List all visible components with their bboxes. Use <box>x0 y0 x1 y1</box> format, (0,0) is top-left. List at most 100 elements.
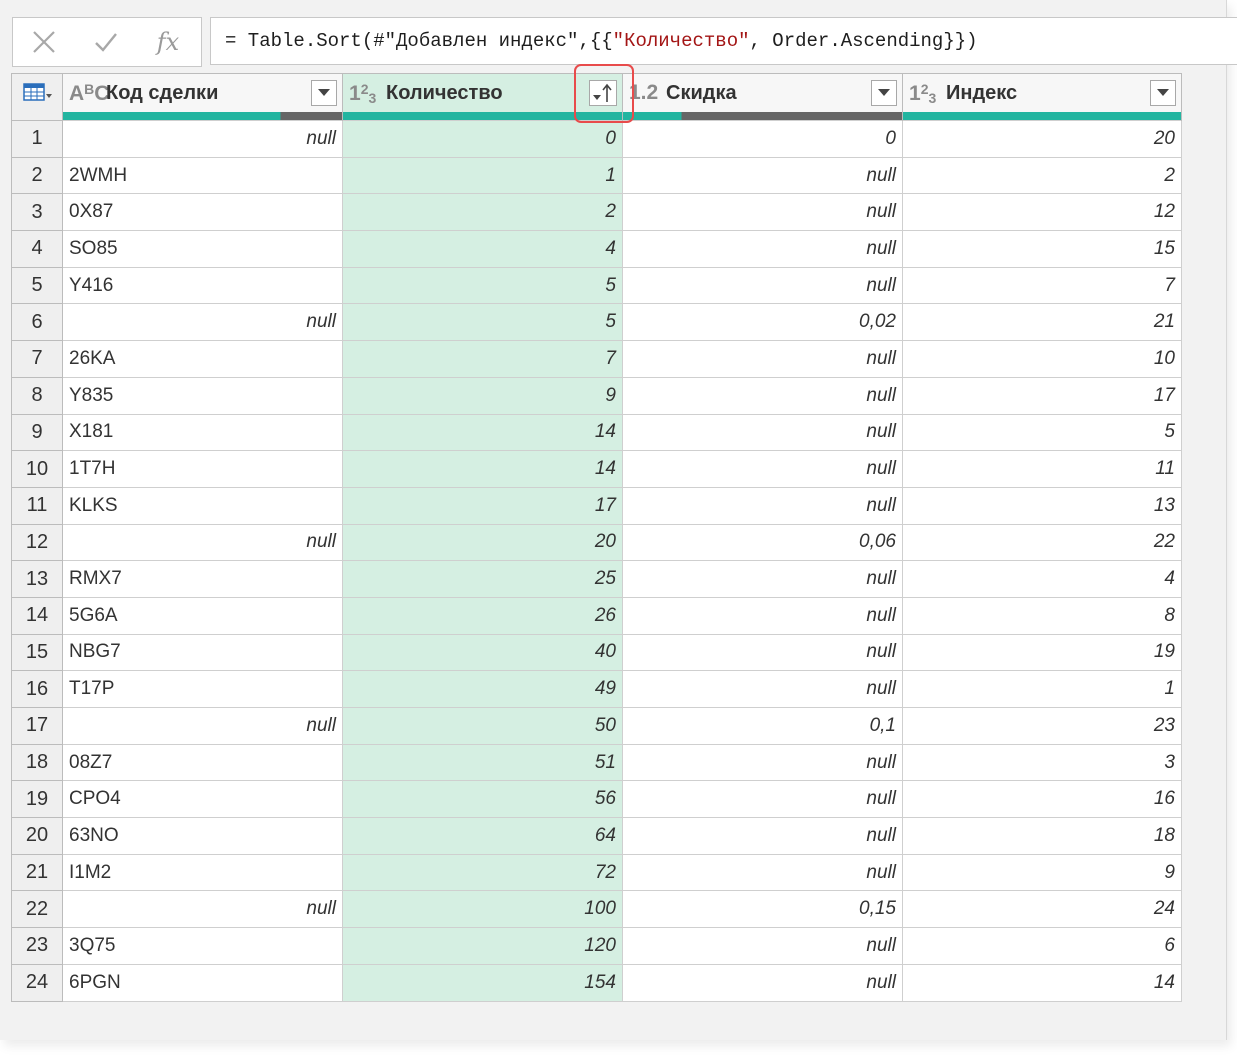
cell-index[interactable]: 14 <box>902 963 1182 1002</box>
row-number[interactable]: 10 <box>11 450 63 488</box>
cell-index[interactable]: 18 <box>902 817 1182 855</box>
cell-discount[interactable]: null <box>622 853 903 892</box>
cell-qty[interactable]: 120 <box>342 927 623 965</box>
cell-index[interactable]: 3 <box>902 743 1182 782</box>
cell-qty[interactable]: 49 <box>342 670 623 708</box>
cell-code[interactable]: X181 <box>62 413 343 452</box>
cell-code[interactable]: 08Z7 <box>62 743 343 782</box>
cell-index[interactable]: 17 <box>902 376 1182 415</box>
cell-index[interactable]: 1 <box>902 670 1182 708</box>
cell-discount[interactable]: null <box>622 963 903 1002</box>
column-header-qty[interactable]: 123 Количество <box>342 73 623 121</box>
cell-discount[interactable]: null <box>622 817 903 855</box>
cell-discount[interactable]: null <box>622 633 903 672</box>
cell-index[interactable]: 24 <box>902 890 1182 929</box>
cell-qty[interactable]: 14 <box>342 450 623 488</box>
cell-qty[interactable]: 17 <box>342 486 623 525</box>
cell-code[interactable]: Y416 <box>62 266 343 305</box>
row-number[interactable]: 20 <box>11 817 63 855</box>
cell-qty[interactable]: 56 <box>342 780 623 819</box>
cell-code[interactable]: NBG7 <box>62 633 343 672</box>
cell-qty[interactable]: 5 <box>342 303 623 342</box>
row-number[interactable]: 3 <box>11 193 63 232</box>
cell-index[interactable]: 7 <box>902 266 1182 305</box>
cell-discount[interactable]: 0,06 <box>622 523 903 562</box>
cell-qty[interactable]: 4 <box>342 230 623 268</box>
row-number[interactable]: 11 <box>11 486 63 525</box>
cell-index[interactable]: 11 <box>902 450 1182 488</box>
cell-discount[interactable]: null <box>622 486 903 525</box>
cancel-formula-button[interactable] <box>13 18 75 66</box>
cell-qty[interactable]: 2 <box>342 193 623 232</box>
cell-code[interactable]: null <box>62 707 343 745</box>
cell-index[interactable]: 5 <box>902 413 1182 452</box>
row-number[interactable]: 9 <box>11 413 63 452</box>
cell-code[interactable]: 6PGN <box>62 963 343 1002</box>
cell-index[interactable]: 21 <box>902 303 1182 342</box>
column-sort-dropdown[interactable] <box>589 80 617 106</box>
row-number[interactable]: 15 <box>11 633 63 672</box>
cell-discount[interactable]: null <box>622 413 903 452</box>
cell-code[interactable]: null <box>62 120 343 158</box>
cell-code[interactable]: 1T7H <box>62 450 343 488</box>
row-number[interactable]: 5 <box>11 266 63 305</box>
row-number[interactable]: 23 <box>11 927 63 965</box>
cell-qty[interactable]: 50 <box>342 707 623 745</box>
cell-qty[interactable]: 25 <box>342 560 623 598</box>
cell-index[interactable]: 10 <box>902 340 1182 378</box>
row-number[interactable]: 16 <box>11 670 63 708</box>
cell-index[interactable]: 9 <box>902 853 1182 892</box>
cell-qty[interactable]: 9 <box>342 376 623 415</box>
cell-discount[interactable]: null <box>622 266 903 305</box>
cell-code[interactable]: CPO4 <box>62 780 343 819</box>
confirm-formula-button[interactable] <box>75 18 137 66</box>
formula-input[interactable]: = Table.Sort(#"Добавлен индекс",{{"Колич… <box>210 17 1237 65</box>
cell-discount[interactable]: null <box>622 927 903 965</box>
cell-qty[interactable]: 7 <box>342 340 623 378</box>
cell-index[interactable]: 15 <box>902 230 1182 268</box>
cell-code[interactable]: null <box>62 523 343 562</box>
column-filter-dropdown[interactable] <box>1150 80 1176 106</box>
cell-code[interactable]: Y835 <box>62 376 343 415</box>
row-number[interactable]: 8 <box>11 376 63 415</box>
cell-qty[interactable]: 72 <box>342 853 623 892</box>
cell-qty[interactable]: 5 <box>342 266 623 305</box>
cell-index[interactable]: 4 <box>902 560 1182 598</box>
cell-discount[interactable]: 0 <box>622 120 903 158</box>
cell-index[interactable]: 22 <box>902 523 1182 562</box>
cell-discount[interactable]: null <box>622 156 903 195</box>
cell-code[interactable]: KLKS <box>62 486 343 525</box>
cell-code[interactable]: 2WMH <box>62 156 343 195</box>
cell-index[interactable]: 6 <box>902 927 1182 965</box>
cell-index[interactable]: 20 <box>902 120 1182 158</box>
row-number[interactable]: 18 <box>11 743 63 782</box>
cell-index[interactable]: 12 <box>902 193 1182 232</box>
row-number[interactable]: 1 <box>11 120 63 158</box>
row-number[interactable]: 21 <box>11 853 63 892</box>
cell-qty[interactable]: 154 <box>342 963 623 1002</box>
cell-code[interactable]: 26KA <box>62 340 343 378</box>
column-filter-dropdown[interactable] <box>871 80 897 106</box>
cell-code[interactable]: 3Q75 <box>62 927 343 965</box>
cell-index[interactable]: 13 <box>902 486 1182 525</box>
cell-code[interactable]: SO85 <box>62 230 343 268</box>
row-number[interactable]: 7 <box>11 340 63 378</box>
cell-qty[interactable]: 14 <box>342 413 623 452</box>
cell-discount[interactable]: null <box>622 670 903 708</box>
cell-qty[interactable]: 20 <box>342 523 623 562</box>
cell-index[interactable]: 19 <box>902 633 1182 672</box>
row-number[interactable]: 22 <box>11 890 63 929</box>
cell-index[interactable]: 23 <box>902 707 1182 745</box>
cell-qty[interactable]: 40 <box>342 633 623 672</box>
cell-index[interactable]: 2 <box>902 156 1182 195</box>
cell-discount[interactable]: null <box>622 340 903 378</box>
cell-discount[interactable]: null <box>622 450 903 488</box>
cell-code[interactable]: 0X87 <box>62 193 343 232</box>
cell-discount[interactable]: null <box>622 780 903 819</box>
cell-code[interactable]: 5G6A <box>62 596 343 635</box>
row-number[interactable]: 13 <box>11 560 63 598</box>
cell-qty[interactable]: 51 <box>342 743 623 782</box>
column-header-code[interactable]: ABC Код сделки <box>62 73 343 121</box>
cell-index[interactable]: 8 <box>902 596 1182 635</box>
cell-discount[interactable]: null <box>622 743 903 782</box>
